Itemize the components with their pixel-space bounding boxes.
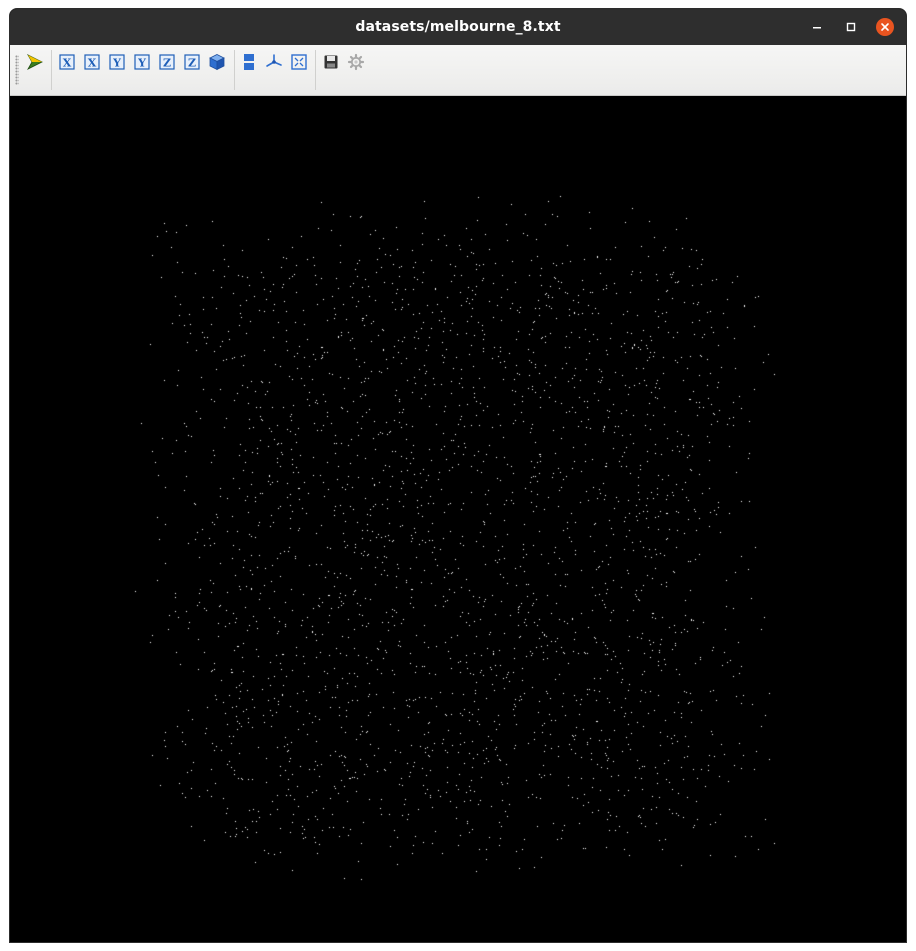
settings-gear-icon	[347, 53, 365, 71]
view-x-back-button[interactable]: X	[81, 52, 103, 72]
isometric-cube-icon	[209, 54, 225, 71]
svg-text:Z: Z	[188, 57, 196, 70]
point-cloud-canvas[interactable]	[10, 96, 906, 942]
maximize-button[interactable]	[838, 14, 864, 40]
svg-text:X: X	[88, 57, 97, 70]
svg-text:X: X	[63, 57, 72, 70]
back-view-z-icon: Z	[184, 54, 200, 70]
back-view-x-icon: X	[84, 54, 100, 70]
close-icon	[876, 18, 894, 36]
axes-icon	[266, 54, 282, 67]
front-view-y-icon: Y	[109, 54, 125, 70]
back-view-y-icon: Y	[134, 54, 150, 70]
toolbar-separator	[234, 50, 235, 90]
axes-button[interactable]	[263, 52, 285, 72]
maximize-icon	[846, 22, 856, 32]
toolbar-separator	[315, 50, 316, 90]
window-controls	[804, 9, 898, 45]
split-view-button[interactable]	[238, 52, 260, 72]
fit-view-button[interactable]	[288, 52, 310, 72]
svg-text:Z: Z	[163, 57, 171, 70]
front-view-z-icon: Z	[159, 54, 175, 70]
view-y-front-button[interactable]: Y	[106, 52, 128, 72]
app-window: datasets/melbourne_8.txt X X Y Y Z Z	[9, 8, 907, 943]
toolbar: X X Y Y Z Z	[10, 45, 906, 96]
fit-view-icon	[291, 54, 307, 70]
isometric-view-button[interactable]	[206, 52, 228, 72]
point-cloud-viewport[interactable]	[10, 96, 906, 942]
select-arrow-button[interactable]	[24, 52, 46, 72]
settings-button[interactable]	[345, 52, 367, 72]
window-title: datasets/melbourne_8.txt	[355, 19, 561, 35]
save-icon	[324, 55, 338, 69]
view-z-front-button[interactable]: Z	[156, 52, 178, 72]
minimize-button[interactable]	[804, 14, 830, 40]
split-view-icon	[244, 54, 254, 70]
svg-text:Y: Y	[112, 57, 121, 70]
close-button[interactable]	[872, 14, 898, 40]
svg-text:Y: Y	[137, 57, 146, 70]
minimize-icon	[813, 27, 821, 29]
toolbar-grip[interactable]	[15, 55, 19, 85]
view-y-back-button[interactable]: Y	[131, 52, 153, 72]
toolbar-separator	[51, 50, 52, 90]
title-bar[interactable]: datasets/melbourne_8.txt	[10, 9, 906, 45]
select-arrow-icon	[26, 54, 43, 70]
view-x-front-button[interactable]: X	[56, 52, 78, 72]
save-button[interactable]	[320, 52, 342, 72]
front-view-x-icon: X	[59, 54, 75, 70]
view-z-back-button[interactable]: Z	[181, 52, 203, 72]
